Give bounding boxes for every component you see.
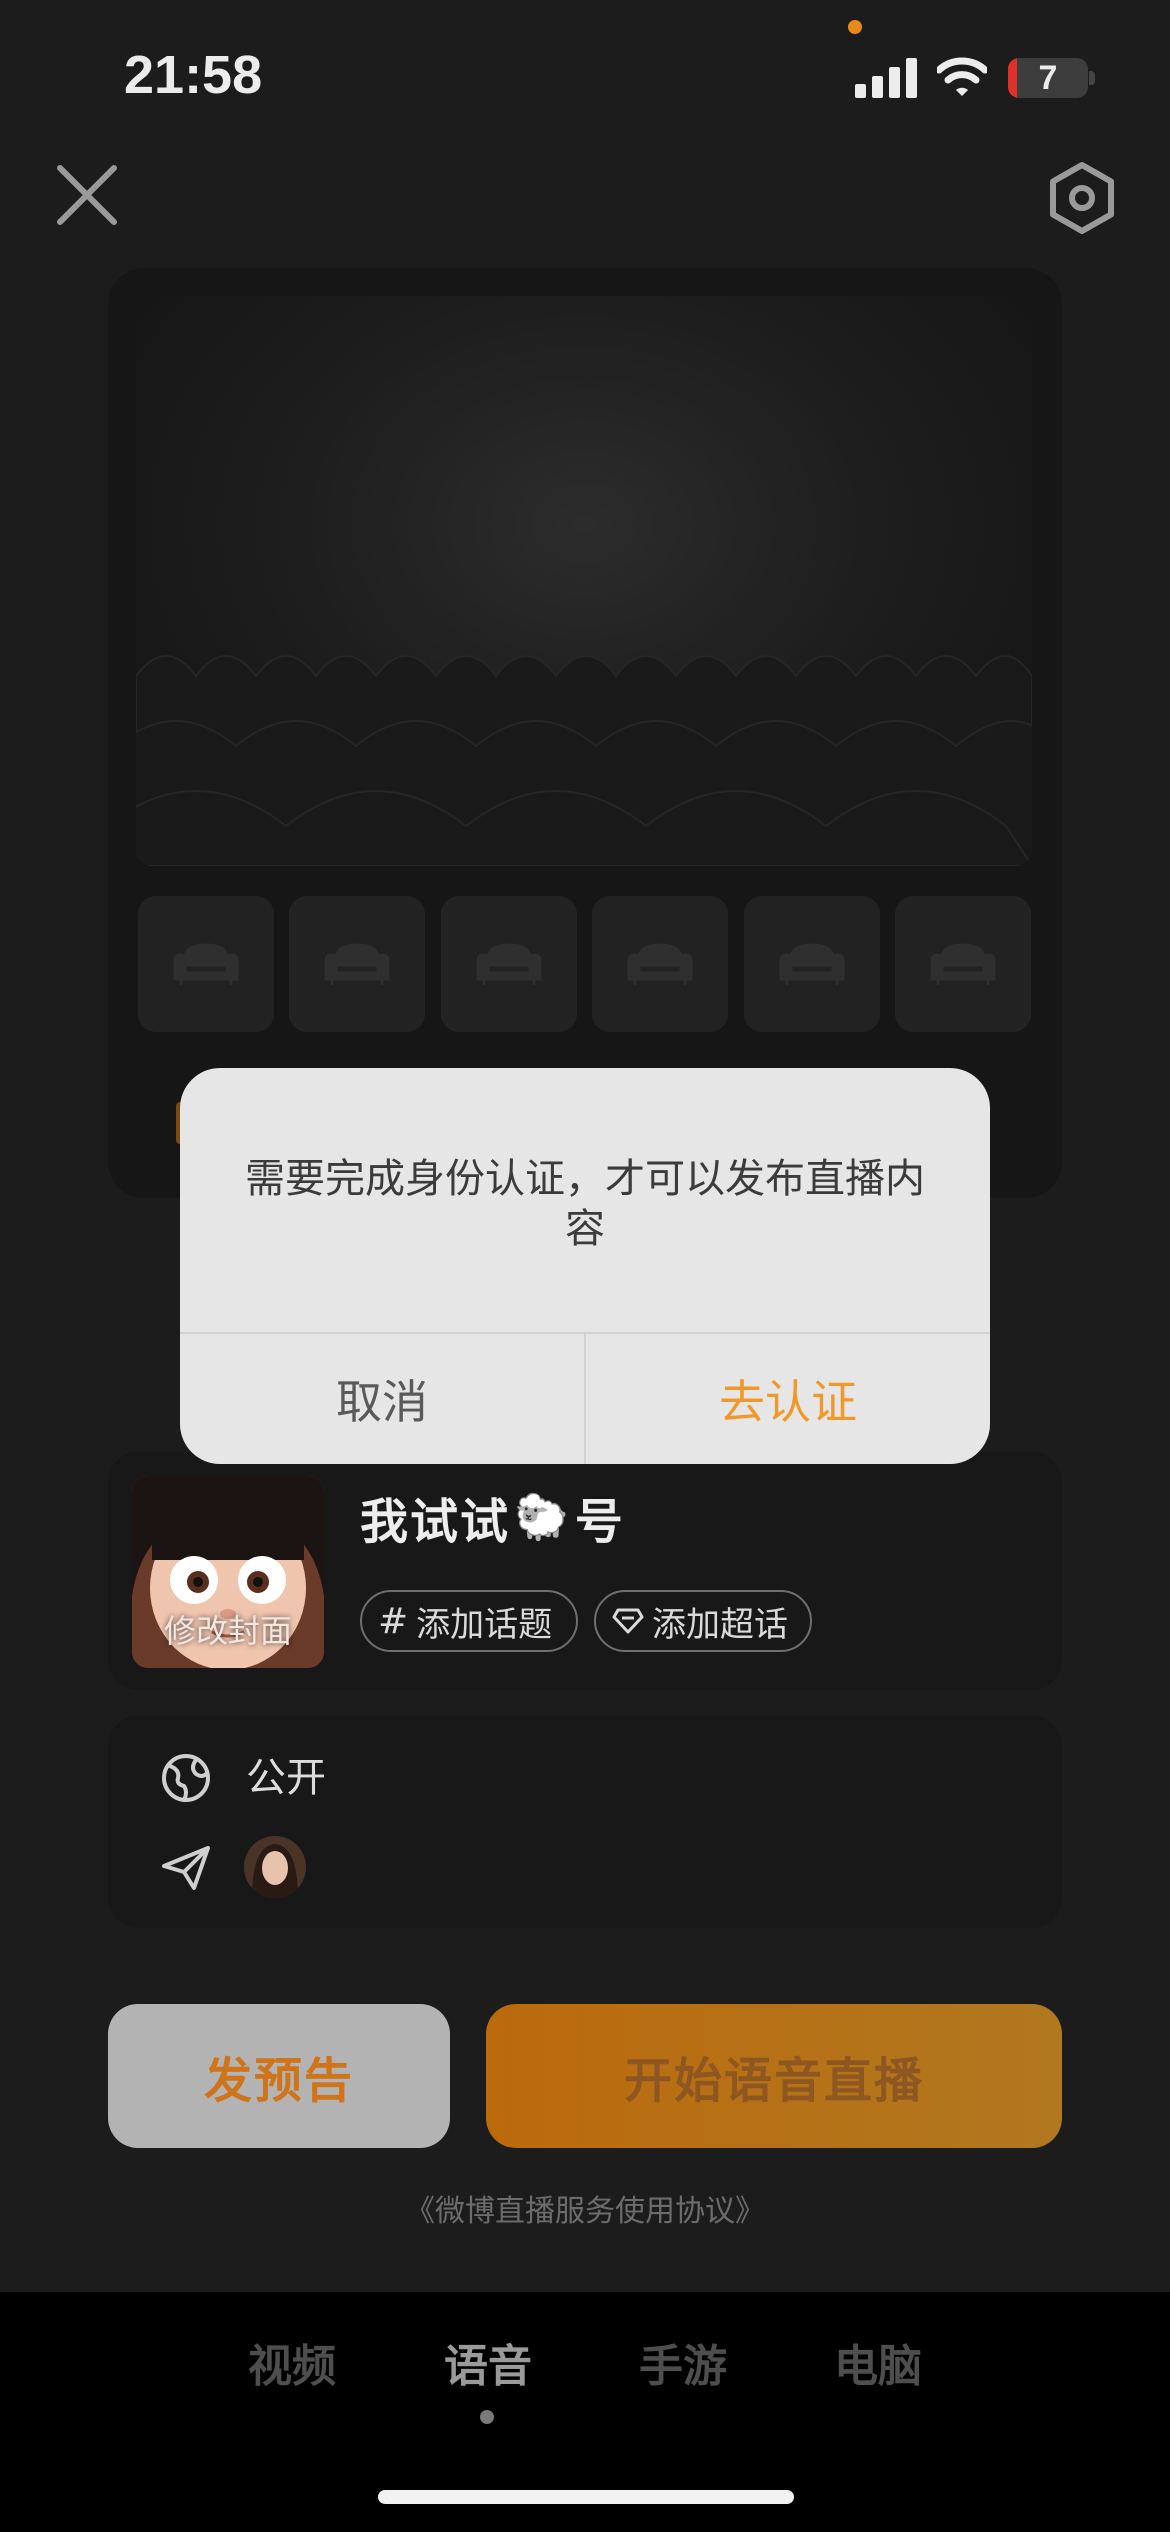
wifi-icon	[937, 57, 987, 96]
armchair-icon	[173, 943, 239, 985]
seat-slot[interactable]	[441, 896, 577, 1032]
add-super-topic-button[interactable]: 添加超话	[594, 1590, 812, 1652]
diamond-icon	[612, 1608, 644, 1634]
dialog-cancel-button[interactable]: 取消	[180, 1334, 584, 1464]
settings-icon[interactable]	[1044, 160, 1120, 236]
tab-computer[interactable]: 电脑	[834, 2330, 922, 2394]
seat-slot[interactable]	[744, 896, 880, 1032]
publish-preview-button[interactable]: 发预告	[108, 2004, 450, 2148]
verification-dialog: 需要完成身份认证，才可以发布直播内容 取消 去认证	[180, 1068, 990, 1464]
theater-seats-illustration	[136, 655, 1032, 866]
stream-title-suffix: 号	[574, 1494, 625, 1550]
close-icon[interactable]	[56, 164, 118, 226]
tab-voice[interactable]: 语音	[444, 2330, 532, 2394]
add-topic-label: 添加话题	[416, 1604, 553, 1645]
visibility-label[interactable]: 公开	[246, 1752, 326, 1804]
hashtag-icon: #	[378, 1600, 409, 1642]
tab-video[interactable]: 视频	[248, 2330, 336, 2394]
add-topic-button[interactable]: # 添加话题	[360, 1590, 578, 1652]
stream-title-prefix: 我试试	[360, 1494, 511, 1550]
status-time: 21:58	[124, 45, 263, 105]
add-super-topic-label: 添加超话	[652, 1604, 788, 1645]
dialog-verify-button[interactable]: 去认证	[586, 1334, 990, 1464]
start-voice-live-button[interactable]: 开始语音直播	[486, 2004, 1062, 2148]
armchair-icon	[627, 943, 693, 985]
friend-photo	[244, 1836, 306, 1898]
cover-edit-label[interactable]: 修改封面	[132, 1606, 324, 1652]
armchair-icon	[324, 943, 390, 985]
globe-icon[interactable]	[160, 1752, 212, 1804]
seat-slot[interactable]	[895, 896, 1031, 1032]
seat-slot[interactable]	[289, 896, 425, 1032]
service-agreement-link[interactable]: 《微博直播服务使用协议》	[0, 2186, 1170, 2230]
armchair-icon	[779, 943, 845, 985]
mic-indicator-dot	[848, 20, 862, 34]
armchair-icon	[476, 943, 542, 985]
dialog-message: 需要完成身份认证，才可以发布直播内容	[245, 1156, 925, 1252]
armchair-icon	[930, 943, 996, 985]
battery-tip	[1089, 71, 1095, 85]
cover-image[interactable]: 修改封面	[132, 1476, 324, 1668]
cellular-signal-icon	[855, 58, 917, 98]
stream-title[interactable]: 我试试 🐑 号	[360, 1482, 625, 1552]
tab-mobile-game[interactable]: 手游	[639, 2330, 727, 2394]
send-icon[interactable]	[160, 1842, 212, 1894]
sheep-emoji: 🐑	[514, 1492, 571, 1543]
theater-background	[136, 296, 1032, 866]
battery-level: 7	[1038, 59, 1058, 97]
seat-slot[interactable]	[138, 896, 274, 1032]
active-tab-indicator	[480, 2410, 494, 2424]
home-indicator[interactable]	[378, 2490, 794, 2504]
privacy-card	[108, 1716, 1062, 1928]
battery-icon: 7	[1008, 58, 1088, 98]
seat-slot[interactable]	[592, 896, 728, 1032]
friend-avatar[interactable]	[244, 1836, 306, 1898]
